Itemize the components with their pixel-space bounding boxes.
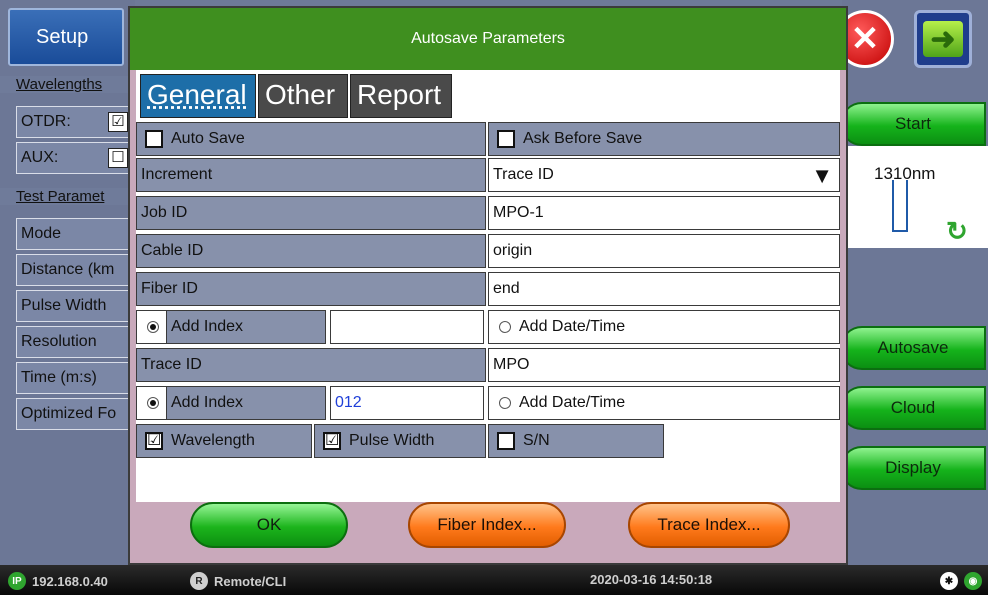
job-id-row: Job ID MPO-1 <box>136 196 840 230</box>
ip-icon: IP <box>8 572 26 590</box>
job-id-field[interactable]: MPO-1 <box>488 196 840 230</box>
bluetooth-icon: ✱ <box>940 572 958 590</box>
cable-id-label: Cable ID <box>136 234 486 268</box>
trace-id-row: Trace ID MPO <box>136 348 840 382</box>
fiber-index-row: Add Index Add Date/Time <box>136 310 840 344</box>
otdr-checkbox[interactable]: ☑ <box>108 112 128 132</box>
pulse-width-label: Pulse Width <box>349 432 435 449</box>
remote-icon: R <box>190 572 208 590</box>
test-parameters-heading: Test Paramet <box>0 188 135 205</box>
arrow-right-icon[interactable]: ➜ <box>914 10 972 68</box>
cable-id-field[interactable]: origin <box>488 234 840 268</box>
pulse-width-check-icon: ☑ <box>323 432 341 450</box>
param-resolution[interactable]: Resolution <box>16 326 136 358</box>
wavelengths-heading: Wavelengths <box>0 76 135 93</box>
setup-panel: Setup Wavelengths OTDR: ☑ AUX: ☐ Test Pa… <box>0 0 136 565</box>
ok-button[interactable]: OK <box>190 502 348 548</box>
auto-save-checkbox[interactable]: Auto Save <box>136 122 486 156</box>
trace-add-datetime-label: Add Date/Time <box>519 394 626 411</box>
trace-add-index-label: Add Index <box>166 386 326 420</box>
otdr-label: OTDR: <box>21 113 71 130</box>
fiber-add-datetime-label: Add Date/Time <box>519 318 626 335</box>
dialog-title: Autosave Parameters <box>130 8 846 70</box>
fiber-id-label: Fiber ID <box>136 272 486 306</box>
cable-id-row: Cable ID origin <box>136 234 840 268</box>
radio-selected-icon <box>147 321 159 333</box>
status-bar: IP 192.168.0.40 R Remote/CLI 2020-03-16 … <box>0 565 988 595</box>
tab-report[interactable]: Report <box>350 74 452 118</box>
start-button[interactable]: Start <box>840 102 986 146</box>
ip-address: 192.168.0.40 <box>32 573 108 589</box>
fiber-add-index-field[interactable] <box>330 310 484 344</box>
auto-save-check-icon <box>145 130 163 148</box>
tab-content: General Other Report Auto Save Ask Befor… <box>136 70 840 502</box>
trace-id-field[interactable]: MPO <box>488 348 840 382</box>
fiber-id-field[interactable]: end <box>488 272 840 306</box>
param-distance[interactable]: Distance (km <box>16 254 136 286</box>
param-time[interactable]: Time (m:s) <box>16 362 136 394</box>
increment-label: Increment <box>136 158 486 192</box>
increment-value: Trace ID <box>493 166 554 183</box>
tab-general[interactable]: General <box>140 74 256 118</box>
sn-check-icon <box>497 432 515 450</box>
fiber-index-button[interactable]: Fiber Index... <box>408 502 566 548</box>
trace-id-label: Trace ID <box>136 348 486 382</box>
remote-label: Remote/CLI <box>214 573 287 589</box>
increment-row: Increment Trace ID ▼ <box>136 158 840 192</box>
radio-selected-icon <box>147 397 159 409</box>
tab-other[interactable]: Other <box>258 74 348 118</box>
param-optimized-for[interactable]: Optimized Fo <box>16 398 136 430</box>
ip-status: IP 192.168.0.40 <box>8 572 108 590</box>
fiber-add-datetime-radio[interactable]: Add Date/Time <box>488 310 840 344</box>
ask-before-save-check-icon <box>497 130 515 148</box>
cloud-button[interactable]: Cloud <box>840 386 986 430</box>
sn-label: S/N <box>523 432 550 449</box>
remote-status: R Remote/CLI <box>190 572 286 590</box>
trace-add-datetime-radio[interactable]: Add Date/Time <box>488 386 840 420</box>
trace-suffix-row: ☑ Wavelength ☑ Pulse Width S/N <box>136 424 840 458</box>
ask-before-save-label: Ask Before Save <box>523 130 643 147</box>
display-button[interactable]: Display <box>840 446 986 490</box>
trace-index-row: Add Index 012 Add Date/Time <box>136 386 840 420</box>
increment-dropdown[interactable]: Trace ID ▼ <box>488 158 840 192</box>
status-icons: ✱ ◉ <box>940 572 982 590</box>
refresh-icon[interactable]: ↻ <box>946 216 968 247</box>
wavelength-bar <box>892 180 908 232</box>
wavelength-checkbox[interactable]: ☑ Wavelength <box>136 424 312 458</box>
setup-button[interactable]: Setup <box>8 8 124 66</box>
trace-index-button[interactable]: Trace Index... <box>628 502 790 548</box>
radio-unselected-icon <box>499 397 511 409</box>
param-mode[interactable]: Mode <box>16 218 136 250</box>
param-pulse-width[interactable]: Pulse Width <box>16 290 136 322</box>
auto-save-label: Auto Save <box>171 130 245 147</box>
radio-unselected-icon <box>499 321 511 333</box>
autosave-button[interactable]: Autosave <box>840 326 986 370</box>
wavelength-check-icon: ☑ <box>145 432 163 450</box>
datetime: 2020-03-16 14:50:18 <box>590 572 713 587</box>
pulse-width-checkbox[interactable]: ☑ Pulse Width <box>314 424 486 458</box>
aux-label: AUX: <box>21 149 59 166</box>
aux-checkbox[interactable]: ☐ <box>108 148 128 168</box>
fiber-add-index-label: Add Index <box>166 310 326 344</box>
job-id-label: Job ID <box>136 196 486 230</box>
wifi-icon: ◉ <box>964 572 982 590</box>
trace-add-index-field[interactable]: 012 <box>330 386 484 420</box>
auto-save-row: Auto Save Ask Before Save <box>136 122 840 156</box>
fiber-id-row: Fiber ID end <box>136 272 840 306</box>
sn-checkbox[interactable]: S/N <box>488 424 664 458</box>
dropdown-arrow-icon: ▼ <box>811 163 833 188</box>
wavelength-indicator: 1310nm ↻ <box>844 146 988 248</box>
wavelength-label: Wavelength <box>171 432 255 449</box>
ask-before-save-checkbox[interactable]: Ask Before Save <box>488 122 840 156</box>
autosave-dialog: Autosave Parameters General Other Report… <box>128 6 848 565</box>
